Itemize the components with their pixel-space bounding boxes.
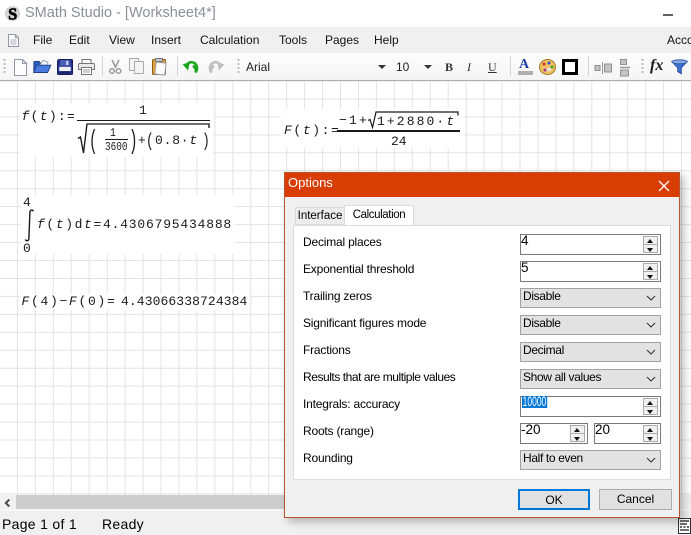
svg-text:S: S bbox=[8, 6, 17, 21]
